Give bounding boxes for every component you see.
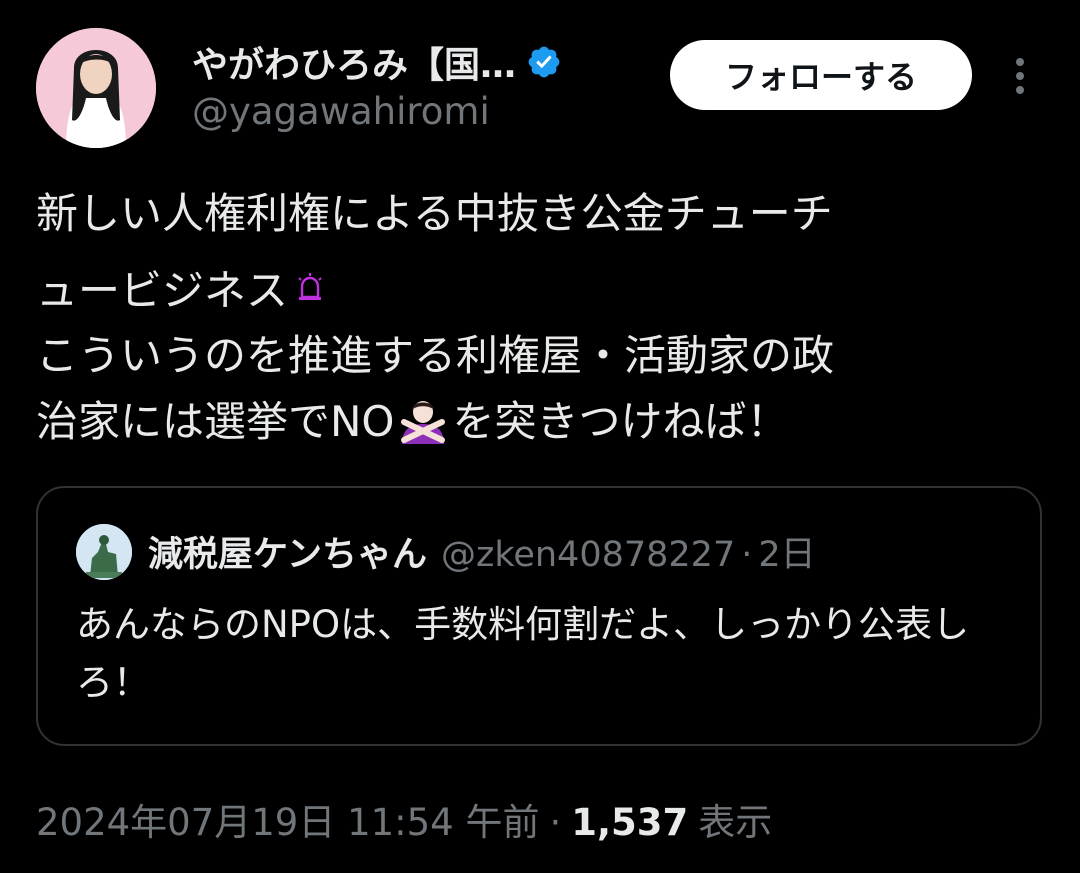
views-label: 表示 [698,801,773,844]
tweet-line: 治家には選挙でNO を突きつけねば！ [36,389,1036,455]
tweet-line-text: ュービジネス [36,266,289,315]
author-name-row: やがわひろみ【国… [192,38,562,86]
quoted-tweet-text: あんならのNPOは、手数料何割だよ、しっかり公表しろ！ [76,603,970,704]
verified-badge-icon [528,46,560,78]
separator-dot: · [549,801,562,844]
tweet-line: こういうのを推進する利権屋・活動家の政 [36,331,835,380]
quoted-author-handle[interactable]: @zken40878227 [441,535,735,575]
views-count: 1,537 [571,801,689,844]
tweet-header: やがわひろみ【国… @yagawahiromi フォローする [0,0,1080,160]
author-avatar-image [36,28,156,148]
tweet-meta: 2024年07月19日 11:54 午前 · 1,537 表示 [36,792,772,846]
person-gesturing-no-icon [401,401,446,444]
follow-button[interactable]: フォローする [670,40,972,110]
separator-dot: · [741,535,753,575]
quoted-author-avatar-image [76,524,132,580]
more-options-icon[interactable] [1000,52,1040,100]
quoted-tweet-header: 減税屋ケンちゃん @zken40878227 · 2日 [148,526,816,578]
author-handle[interactable]: @yagawahiromi [192,90,490,133]
more-dot [1016,72,1024,80]
quoted-author-name[interactable]: 減税屋ケンちゃん [148,526,427,577]
quoted-tweet-time[interactable]: 2日 [758,526,815,577]
quoted-author-avatar[interactable] [76,524,132,580]
tweet-timestamp[interactable]: 2024年07月19日 11:54 午前 [36,792,539,846]
tweet-line: 新しい人権利権による中抜き公金チューチ [36,189,833,238]
tweet-line: ュービジネス [36,262,1036,323]
tweet-line-text: 治家には選挙でNO [36,397,395,446]
rotating-light-icon [296,273,324,311]
quoted-tweet-card[interactable]: 減税屋ケンちゃん @zken40878227 · 2日 あんならのNPOは、手数… [36,486,1042,746]
author-avatar[interactable] [36,28,156,148]
more-dot [1016,58,1024,66]
author-display-name[interactable]: やがわひろみ【国… [192,36,516,88]
more-dot [1016,86,1024,94]
tweet-line-text: を突きつけねば！ [452,397,789,446]
tweet-body: 新しい人権利権による中抜き公金チューチ ュービジネス こういうのを推進する利権屋… [36,178,1036,455]
